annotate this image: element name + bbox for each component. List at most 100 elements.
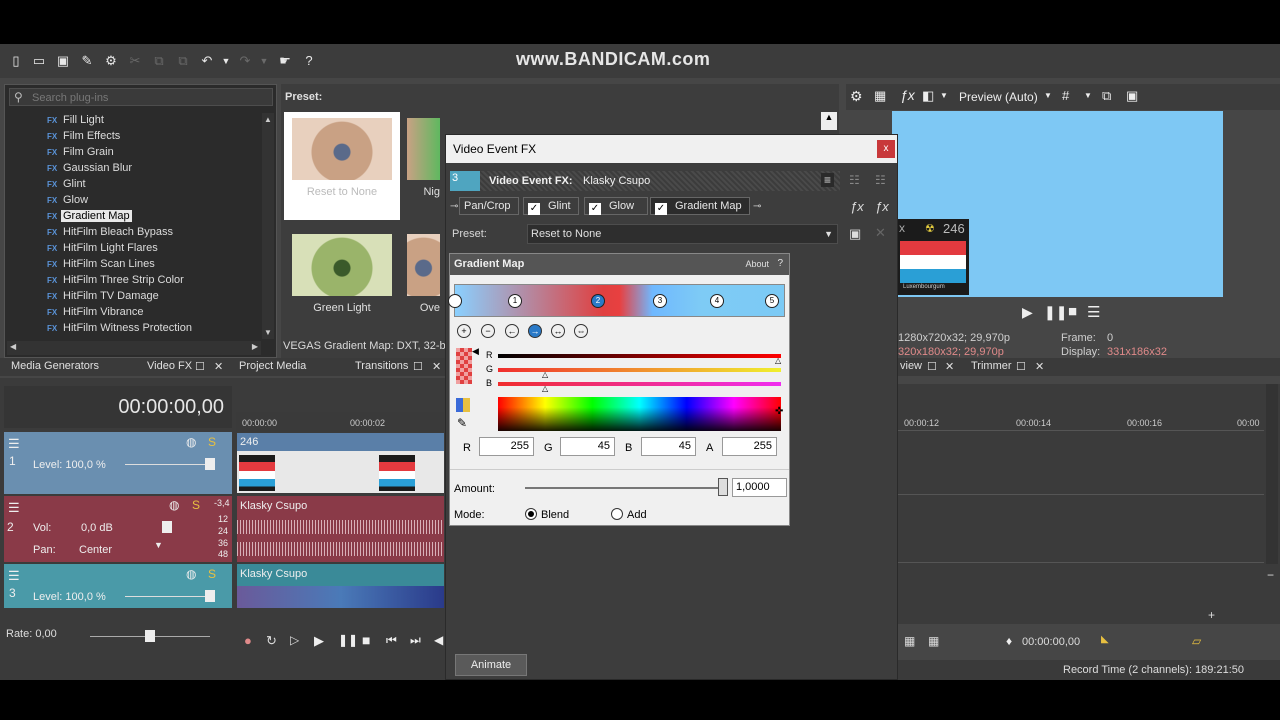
maximize-icon[interactable]: ☐ xyxy=(1016,360,1026,373)
stop-icon[interactable]: ■ xyxy=(1068,303,1077,320)
open-folder-icon[interactable]: ▭ xyxy=(31,53,47,69)
track-menu-icon[interactable]: ☰ xyxy=(8,568,20,584)
tab-transitions[interactable]: Transitions xyxy=(355,360,408,372)
tools-icon[interactable]: ☛ xyxy=(277,53,293,69)
menu-icon[interactable]: ☰ xyxy=(1087,303,1100,321)
solo-icon[interactable]: S xyxy=(208,567,216,581)
loop-icon[interactable]: ↻ xyxy=(266,633,277,649)
fx-plugin-chain-icon[interactable]: ƒx xyxy=(850,199,864,214)
zoom-in-icon[interactable]: + xyxy=(1208,608,1215,622)
blue-channel-slider[interactable] xyxy=(498,382,781,386)
maximize-icon[interactable]: ☐ xyxy=(195,360,205,373)
paste-icon[interactable]: ⧉ xyxy=(175,53,191,69)
previous-frame-icon[interactable]: ◀ xyxy=(434,633,443,647)
amount-slider-thumb[interactable] xyxy=(718,478,728,496)
amount-input[interactable]: 1,0000 xyxy=(732,478,787,497)
marker-icon[interactable]: ♦ xyxy=(1006,634,1012,648)
track-menu-icon[interactable]: ☰ xyxy=(8,436,20,452)
r-input[interactable]: 255 xyxy=(479,437,534,456)
green-channel-slider[interactable] xyxy=(498,368,781,372)
video-clip-246[interactable]: 246 xyxy=(237,433,444,493)
track-header-video-1[interactable]: ☰ 1 Level: 100,0 % ◍ S xyxy=(4,432,232,494)
a-input[interactable]: 255 xyxy=(722,437,777,456)
chain-view-icon[interactable]: ≡ xyxy=(821,173,835,187)
redo-dropdown-icon[interactable]: ▼ xyxy=(256,53,272,69)
gradient-stop-edge[interactable] xyxy=(448,294,462,308)
mute-icon[interactable]: ◍ xyxy=(186,435,196,449)
gradient-stop-selected[interactable]: 2 xyxy=(591,294,605,308)
g-input[interactable]: 45 xyxy=(560,437,615,456)
delete-preset-icon[interactable]: ✕ xyxy=(875,225,886,241)
plugin-list-scrollbar[interactable]: ▲ ▼ xyxy=(262,113,274,339)
maximize-icon[interactable]: ☐ xyxy=(413,360,423,373)
plugin-item[interactable]: FX HitFilm Bleach Bypass xyxy=(47,224,175,240)
close-icon[interactable]: ✕ xyxy=(432,360,441,373)
track-header-audio-2[interactable]: ☰ 2 Vol: 0,0 dB Pan: Center ▼ ◍ S -3,4 1… xyxy=(4,496,232,562)
settings-icon[interactable]: ⚙ xyxy=(103,53,119,69)
preset-thumb[interactable]: Reset to None xyxy=(284,112,400,220)
preset-thumb[interactable]: Green Light xyxy=(284,228,400,336)
glow-checkbox[interactable]: ✓ xyxy=(589,203,601,215)
scroll-down-icon[interactable]: ▼ xyxy=(264,328,272,337)
plugin-item[interactable]: FX HitFilm Scan Lines xyxy=(47,256,157,272)
track-header-video-3[interactable]: ☰ 3 Level: 100,0 % ◍ S xyxy=(4,564,232,608)
plugin-item[interactable]: FX HitFilm Light Flares xyxy=(47,240,160,256)
color-spectrum-picker[interactable] xyxy=(498,397,781,431)
snap-icon[interactable]: ▦ xyxy=(904,634,915,648)
grid-icon[interactable]: # xyxy=(1062,88,1069,103)
save-icon[interactable]: ▣ xyxy=(55,53,71,69)
fx-chain-glint[interactable]: ✓ Glint xyxy=(523,197,579,215)
scroll-right-icon[interactable]: ▶ xyxy=(252,342,258,351)
cut-icon[interactable]: ✂ xyxy=(127,53,143,69)
add-stop-icon[interactable]: + xyxy=(457,324,471,338)
preset-thumb[interactable]: Nig xyxy=(400,112,440,220)
zoom-out-icon[interactable]: − xyxy=(1267,568,1274,582)
chevron-down-icon[interactable]: ▼ xyxy=(1084,91,1092,100)
red-channel-slider[interactable] xyxy=(498,354,781,358)
eyedropper-icon[interactable]: ✎ xyxy=(457,416,467,430)
tab-video-fx[interactable]: Video FX xyxy=(147,360,192,372)
gradient-stop[interactable]: 5 xyxy=(765,294,779,308)
grid-view-icon[interactable]: ☷ xyxy=(875,173,886,187)
tab-media-generators[interactable]: Media Generators xyxy=(11,360,99,372)
region-start-icon[interactable]: ◣ xyxy=(1101,634,1109,645)
scroll-up-icon[interactable]: ▲ xyxy=(264,115,272,124)
close-button[interactable]: x xyxy=(877,140,895,158)
plugin-item[interactable]: FX HitFilm TV Damage xyxy=(47,288,161,304)
plugin-item[interactable]: FX HitFilm Vibrance xyxy=(47,304,146,320)
gradient-stop[interactable]: 4 xyxy=(710,294,724,308)
close-icon[interactable]: ✕ xyxy=(1035,360,1044,373)
level-slider[interactable] xyxy=(125,464,215,465)
level-slider-thumb[interactable] xyxy=(205,458,215,470)
play-from-start-icon[interactable]: ▷ xyxy=(290,633,299,647)
time-ruler[interactable]: 00:00:00 00:00:02 xyxy=(236,412,444,432)
next-stop-icon[interactable]: → xyxy=(528,324,542,338)
plugin-item[interactable]: FX Glow xyxy=(47,192,90,208)
list-view-icon[interactable]: ☷ xyxy=(849,173,860,187)
copy-snapshot-icon[interactable]: ⧉ xyxy=(1102,88,1111,104)
amount-slider[interactable] xyxy=(525,487,725,489)
new-file-icon[interactable]: ▯ xyxy=(8,53,24,69)
green-slider-thumb[interactable]: △ xyxy=(542,370,548,379)
remove-fx-icon[interactable]: ƒx xyxy=(875,199,889,214)
rate-slider-thumb[interactable] xyxy=(145,630,155,642)
undo-dropdown-icon[interactable]: ▼ xyxy=(218,53,234,69)
device-icon[interactable]: ▦ xyxy=(874,88,886,104)
fx-chain-gradient-map[interactable]: ✓ Gradient Map xyxy=(650,197,750,215)
help-button[interactable]: ? xyxy=(777,258,783,269)
dialog-titlebar[interactable]: Video Event FX x xyxy=(446,135,897,163)
level-slider[interactable] xyxy=(125,596,215,597)
play-icon[interactable]: ▶ xyxy=(1022,304,1033,321)
previous-stop-icon[interactable]: ← xyxy=(505,324,519,338)
chevron-down-icon[interactable]: ▼ xyxy=(1044,91,1052,100)
auto-ripple-icon[interactable]: ▦ xyxy=(928,634,939,648)
region-end-icon[interactable]: ▱ xyxy=(1192,634,1201,648)
plugin-item-selected[interactable]: FX Gradient Map xyxy=(47,208,132,224)
video-clip-klasky-csupo[interactable]: Klasky Csupo xyxy=(237,564,444,608)
timeline-vscroll[interactable] xyxy=(1266,384,1278,564)
tab-preview[interactable]: view xyxy=(900,360,922,372)
distribute-stops-icon[interactable]: ↔ xyxy=(551,324,565,338)
mute-icon[interactable]: ◍ xyxy=(169,498,179,512)
close-icon[interactable]: ✕ xyxy=(214,360,223,373)
pause-icon[interactable]: ❚❚ xyxy=(1044,304,1067,321)
